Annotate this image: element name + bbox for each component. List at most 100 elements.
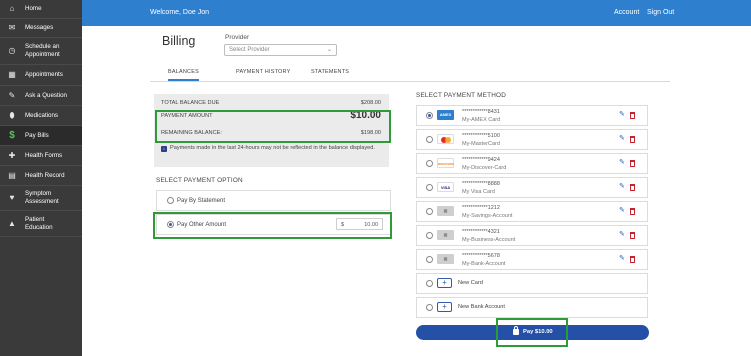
pencil-icon[interactable]: ✎ [619, 134, 625, 142]
trash-icon[interactable] [630, 208, 635, 215]
radio-payment-method[interactable] [426, 208, 433, 215]
radio-payment-method[interactable] [426, 184, 433, 191]
pencil-icon[interactable]: ✎ [619, 230, 625, 238]
trash-icon[interactable] [630, 184, 635, 191]
payment-method-title: SELECT PAYMENT METHOD [416, 92, 507, 99]
sidebar-item-label: Home [25, 5, 42, 12]
new-bank-label: New Bank Account [458, 304, 505, 310]
provider-label: Provider [225, 34, 250, 41]
provider-select[interactable]: Select Provider ⌄ [224, 44, 337, 56]
radio-payment-method[interactable] [426, 112, 433, 119]
sidebar-item-label: Ask a Question [25, 91, 67, 99]
radio-payment-method[interactable] [426, 136, 433, 143]
sidebar-item-health-record[interactable]: ▤ Health Record [0, 166, 82, 186]
total-balance-label: TOTAL BALANCE DUE [161, 100, 220, 106]
trash-icon[interactable] [630, 136, 635, 143]
graduation-cap-icon: ▲ [8, 218, 16, 228]
sidebar-item-messages[interactable]: ✉ Messages [0, 19, 82, 38]
pencil-icon[interactable]: ✎ [619, 254, 625, 262]
pencil-icon[interactable]: ✎ [619, 110, 625, 118]
card-name: My-MasterCard [462, 141, 500, 147]
sidebar-item-pay-bills[interactable]: $ Pay Bills [0, 126, 82, 146]
pill-icon: ⬮ [9, 110, 15, 120]
account-name: My-Savings-Account [462, 213, 513, 219]
sidebar-item-schedule[interactable]: ◷ Schedule an Appointment [0, 38, 82, 65]
info-icon: i [161, 146, 167, 152]
sidebar-item-label: Messages [25, 24, 54, 31]
bank-logo: ▥ [437, 206, 454, 216]
tab-bar: BALANCES PAYMENT HISTORY STATEMENTS [150, 66, 670, 82]
sidebar-item-medications[interactable]: ⬮ Medications [0, 106, 82, 126]
radio-payment-method[interactable] [426, 160, 433, 167]
balance-note: Payments made in the last 24-hours may n… [170, 145, 375, 151]
trash-icon[interactable] [630, 256, 635, 263]
sidebar-item-label: Patient Education [25, 215, 53, 231]
highlight-pay-button [496, 318, 568, 347]
card-number: ************9424 [462, 157, 500, 163]
top-bar: Welcome, Doe Jon Account Sign Out [82, 0, 751, 26]
radio-payment-method[interactable] [426, 256, 433, 263]
dollar-icon: $ [9, 129, 15, 141]
payment-option-title: SELECT PAYMENT OPTION [156, 177, 243, 184]
calendar-icon: ▦ [8, 70, 16, 79]
highlight-payment-amount [155, 110, 391, 143]
account-link[interactable]: Account [614, 9, 639, 16]
bank-logo: ▥ [437, 230, 454, 240]
account-name: My-Business-Account [462, 237, 516, 243]
total-balance-row: TOTAL BALANCE DUE $208.00 [161, 100, 381, 106]
tab-balances[interactable]: BALANCES [168, 69, 199, 81]
visa-logo: VISA [437, 182, 454, 192]
radio-pay-by-statement[interactable] [167, 197, 174, 204]
radio-new-card[interactable] [426, 280, 433, 287]
sidebar-item-appointments[interactable]: ▦ Appointments [0, 65, 82, 86]
card-number: ************5100 [462, 133, 500, 139]
account-number: ************5678 [462, 253, 500, 259]
chat-icon: ✎ [8, 90, 16, 100]
sidebar-item-home[interactable]: ⌂ Home [0, 0, 82, 19]
sidebar-item-label: Symptom Assessment [25, 190, 59, 205]
sidebar-item-label: Health Forms [25, 151, 63, 159]
home-icon: ⌂ [9, 4, 15, 13]
sidebar-item-ask-question[interactable]: ✎ Ask a Question [0, 86, 82, 106]
sidebar-item-label: Health Record [25, 171, 65, 179]
option-label: Pay By Statement [177, 198, 226, 204]
card-name: My-Discover-Card [462, 165, 507, 171]
envelope-icon: ✉ [8, 23, 16, 32]
highlight-pay-other-amount [153, 212, 392, 239]
pencil-icon[interactable]: ✎ [619, 158, 625, 166]
sidebar-item-health-forms[interactable]: ✚ Health Forms [0, 146, 82, 166]
sidebar-item-patient-education[interactable]: ▲ Patient Education [0, 211, 82, 237]
chevron-down-icon: ⌄ [326, 47, 332, 53]
plus-icon: ✚ [8, 150, 16, 160]
radio-new-bank[interactable] [426, 304, 433, 311]
total-balance-value: $208.00 [360, 100, 381, 106]
welcome-text: Welcome, Doe Jon [150, 9, 210, 16]
card-name: My-AMEX Card [462, 117, 501, 123]
account-number: ************4321 [462, 229, 500, 235]
sign-out-link[interactable]: Sign Out [647, 9, 674, 16]
pencil-icon[interactable]: ✎ [619, 182, 625, 190]
sidebar-item-label: Appointments [25, 71, 63, 78]
option-pay-by-statement[interactable]: Pay By Statement [156, 190, 391, 211]
sidebar-item-label: Schedule an Appointment [25, 43, 60, 58]
bank-logo: ▥ [437, 254, 454, 264]
tab-payment-history[interactable]: PAYMENT HISTORY [236, 69, 290, 75]
trash-icon[interactable] [630, 112, 635, 119]
trash-icon[interactable] [630, 160, 635, 167]
discover-logo: DISCOVER [437, 158, 454, 168]
sidebar-item-label: Pay Bills [25, 131, 49, 139]
card-number: ************8888 [462, 181, 500, 187]
card-number: ************8431 [462, 109, 500, 115]
pencil-icon[interactable]: ✎ [619, 206, 625, 214]
plus-icon: + [437, 302, 452, 312]
radio-payment-method[interactable] [426, 232, 433, 239]
trash-icon[interactable] [630, 232, 635, 239]
heart-icon: ♥ [9, 193, 15, 202]
app-root: ⌂ Home ✉ Messages ◷ Schedule an Appointm… [0, 0, 751, 356]
folder-icon: ▤ [8, 170, 16, 180]
card-name: My Visa Card [462, 189, 495, 195]
tab-statements[interactable]: STATEMENTS [311, 69, 349, 75]
sidebar: ⌂ Home ✉ Messages ◷ Schedule an Appointm… [0, 0, 82, 356]
sidebar-item-label: Medications [25, 111, 59, 119]
sidebar-item-symptom-assessment[interactable]: ♥ Symptom Assessment [0, 186, 82, 211]
